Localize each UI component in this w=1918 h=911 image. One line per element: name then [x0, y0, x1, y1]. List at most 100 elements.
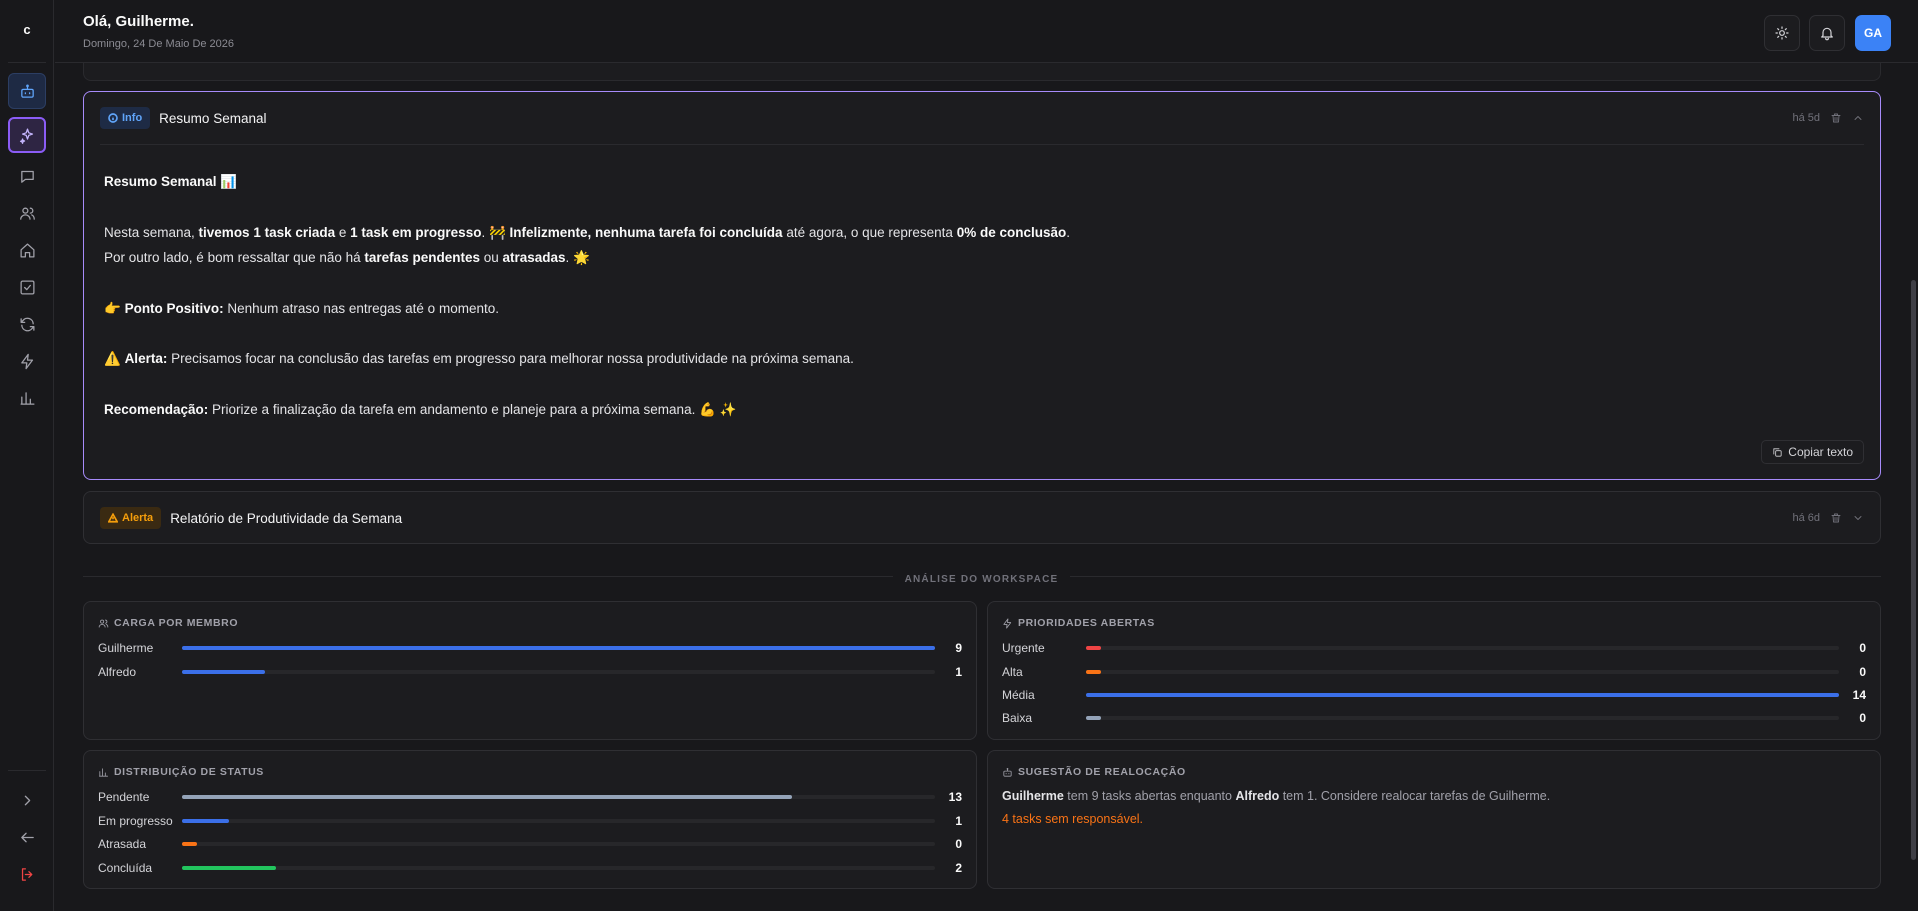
summary-paragraph-2: Por outro lado, é bom ressaltar que não … [104, 250, 590, 265]
row-value: 13 [948, 790, 962, 804]
chevron-up-icon[interactable] [1852, 112, 1864, 124]
panel-title: DISTRIBUIÇÃO DE STATUS [98, 766, 264, 778]
warning-icon [108, 513, 118, 523]
sidebar-item-team[interactable] [8, 195, 46, 231]
row-value: 9 [955, 641, 962, 655]
bar-row: Guilherme 9 [98, 639, 962, 657]
card-header[interactable]: Info Resumo Semanal há 5d [100, 92, 1864, 144]
avatar[interactable]: GA [1855, 15, 1891, 51]
bar-chart-icon [98, 767, 109, 777]
app: c Info Resumo Semanal há 5d Resumo Seman… [0, 0, 1918, 911]
card-body: Resumo Semanal 📊 Nesta semana, tivemos 1… [104, 169, 1860, 422]
bar-fill [182, 842, 198, 846]
chevron-right-icon [24, 795, 30, 805]
bar-track [1086, 693, 1839, 697]
bar-track [182, 866, 935, 870]
bell-icon [1821, 27, 1833, 41]
home-icon [19, 242, 35, 258]
sidebar-back-button[interactable] [8, 819, 46, 855]
summary-recommendation: Recomendação: Priorize a finalização da … [104, 401, 737, 417]
sidebar-expand-button[interactable] [8, 782, 46, 818]
info-icon [108, 113, 118, 123]
row-value: 1 [955, 814, 962, 828]
message-icon [20, 170, 34, 183]
card-header[interactable]: Alerta Relatório de Produtividade da Sem… [100, 492, 1864, 544]
users-icon [19, 207, 35, 220]
card-meta: há 5d [1792, 112, 1864, 124]
bar-row: Concluída 2 [98, 859, 962, 877]
bar-track [182, 795, 935, 799]
panel-status-distribution: DISTRIBUIÇÃO DE STATUS Pendente 13 Em pr… [83, 750, 977, 889]
row-label: Atrasada [98, 837, 147, 851]
sidebar-item-assistant[interactable] [8, 73, 46, 109]
bar-row: Alfredo 1 [98, 663, 962, 681]
row-label: Alfredo [98, 665, 137, 679]
bar-fill [182, 819, 230, 823]
row-label: Guilherme [98, 641, 154, 655]
sidebar: c [0, 0, 54, 911]
row-label: Concluída [98, 861, 153, 875]
trash-icon[interactable] [1830, 112, 1842, 124]
row-label: Alta [1002, 665, 1023, 679]
panel-reallocation-suggestion: SUGESTÃO DE REALOCAÇÃO Guilherme tem 9 t… [987, 750, 1881, 889]
panel-title: CARGA POR MEMBRO [98, 617, 238, 629]
bar-fill [1086, 716, 1102, 720]
card-title: Resumo Semanal [159, 110, 267, 126]
check-square-icon [19, 279, 35, 295]
bar-track [182, 842, 935, 846]
sidebar-item-sync[interactable] [8, 306, 46, 342]
sun-icon [1775, 26, 1789, 40]
sidebar-item-automations[interactable] [8, 343, 46, 379]
reallocation-text: Guilherme tem 9 tasks abertas enquanto A… [1002, 789, 1551, 803]
row-value: 2 [955, 861, 962, 875]
row-label: Baixa [1002, 711, 1033, 725]
chevron-down-icon[interactable] [1852, 512, 1864, 524]
sidebar-item-ai-insights[interactable] [8, 117, 46, 153]
trash-icon[interactable] [1830, 512, 1842, 524]
bar-fill [182, 866, 277, 870]
card-divider [100, 144, 1864, 145]
row-value: 14 [1852, 688, 1866, 702]
sidebar-divider [8, 62, 46, 63]
top-header: Olá, Guilherme. Domingo, 24 De Maio De 2… [55, 0, 1918, 63]
current-date: Domingo, 24 De Maio De 2026 [83, 38, 235, 50]
badge-label: Alerta [122, 512, 154, 524]
insight-card-productivity-report[interactable]: Alerta Relatório de Produtividade da Sem… [83, 491, 1881, 544]
summary-paragraph-1: Nesta semana, tivemos 1 task criada e 1 … [104, 224, 1070, 240]
logout-button[interactable] [8, 856, 46, 892]
sidebar-item-messages[interactable] [8, 158, 46, 194]
bar-fill [1086, 670, 1102, 674]
arrow-left-icon [20, 832, 34, 842]
theme-toggle-button[interactable] [1764, 15, 1800, 51]
bar-row: Atrasada 0 [98, 835, 962, 853]
summary-positive-point: 👉 Ponto Positivo: Nenhum atraso nas entr… [104, 300, 499, 316]
bot-icon [1003, 767, 1012, 777]
panel-title: SUGESTÃO DE REALOCAÇÃO [1002, 766, 1186, 778]
card-title: Relatório de Produtividade da Semana [170, 510, 403, 526]
copy-text-button[interactable]: Copiar texto [1761, 440, 1864, 464]
zap-icon [20, 353, 33, 369]
sidebar-item-tasks[interactable] [8, 269, 46, 305]
bar-track [182, 670, 935, 674]
panel-member-load: CARGA POR MEMBRO Guilherme 9 Alfredo 1 [83, 601, 977, 740]
bot-icon [20, 83, 34, 98]
copy-icon [1773, 447, 1782, 457]
bar-row: Em progresso 1 [98, 812, 962, 830]
bar-fill [182, 670, 265, 674]
sidebar-item-reports[interactable] [8, 380, 46, 416]
row-value: 0 [1859, 711, 1866, 725]
bar-fill [182, 795, 792, 799]
unassigned-tasks-warning[interactable]: 4 tasks sem responsável. [1002, 812, 1143, 826]
refresh-icon [19, 317, 35, 331]
bar-track [1086, 670, 1839, 674]
app-logo[interactable]: c [0, 22, 54, 37]
panel-open-priorities: PRIORIDADES ABERTAS Urgente 0 Alta 0 Méd… [987, 601, 1881, 740]
bar-track [1086, 646, 1839, 650]
row-label: Em progresso [98, 814, 173, 828]
sidebar-item-home[interactable] [8, 232, 46, 268]
notifications-button[interactable] [1809, 15, 1845, 51]
bar-track [1086, 716, 1839, 720]
alert-badge: Alerta [100, 507, 162, 529]
scrollbar[interactable] [1911, 280, 1916, 860]
bar-row: Baixa 0 [1002, 709, 1866, 727]
